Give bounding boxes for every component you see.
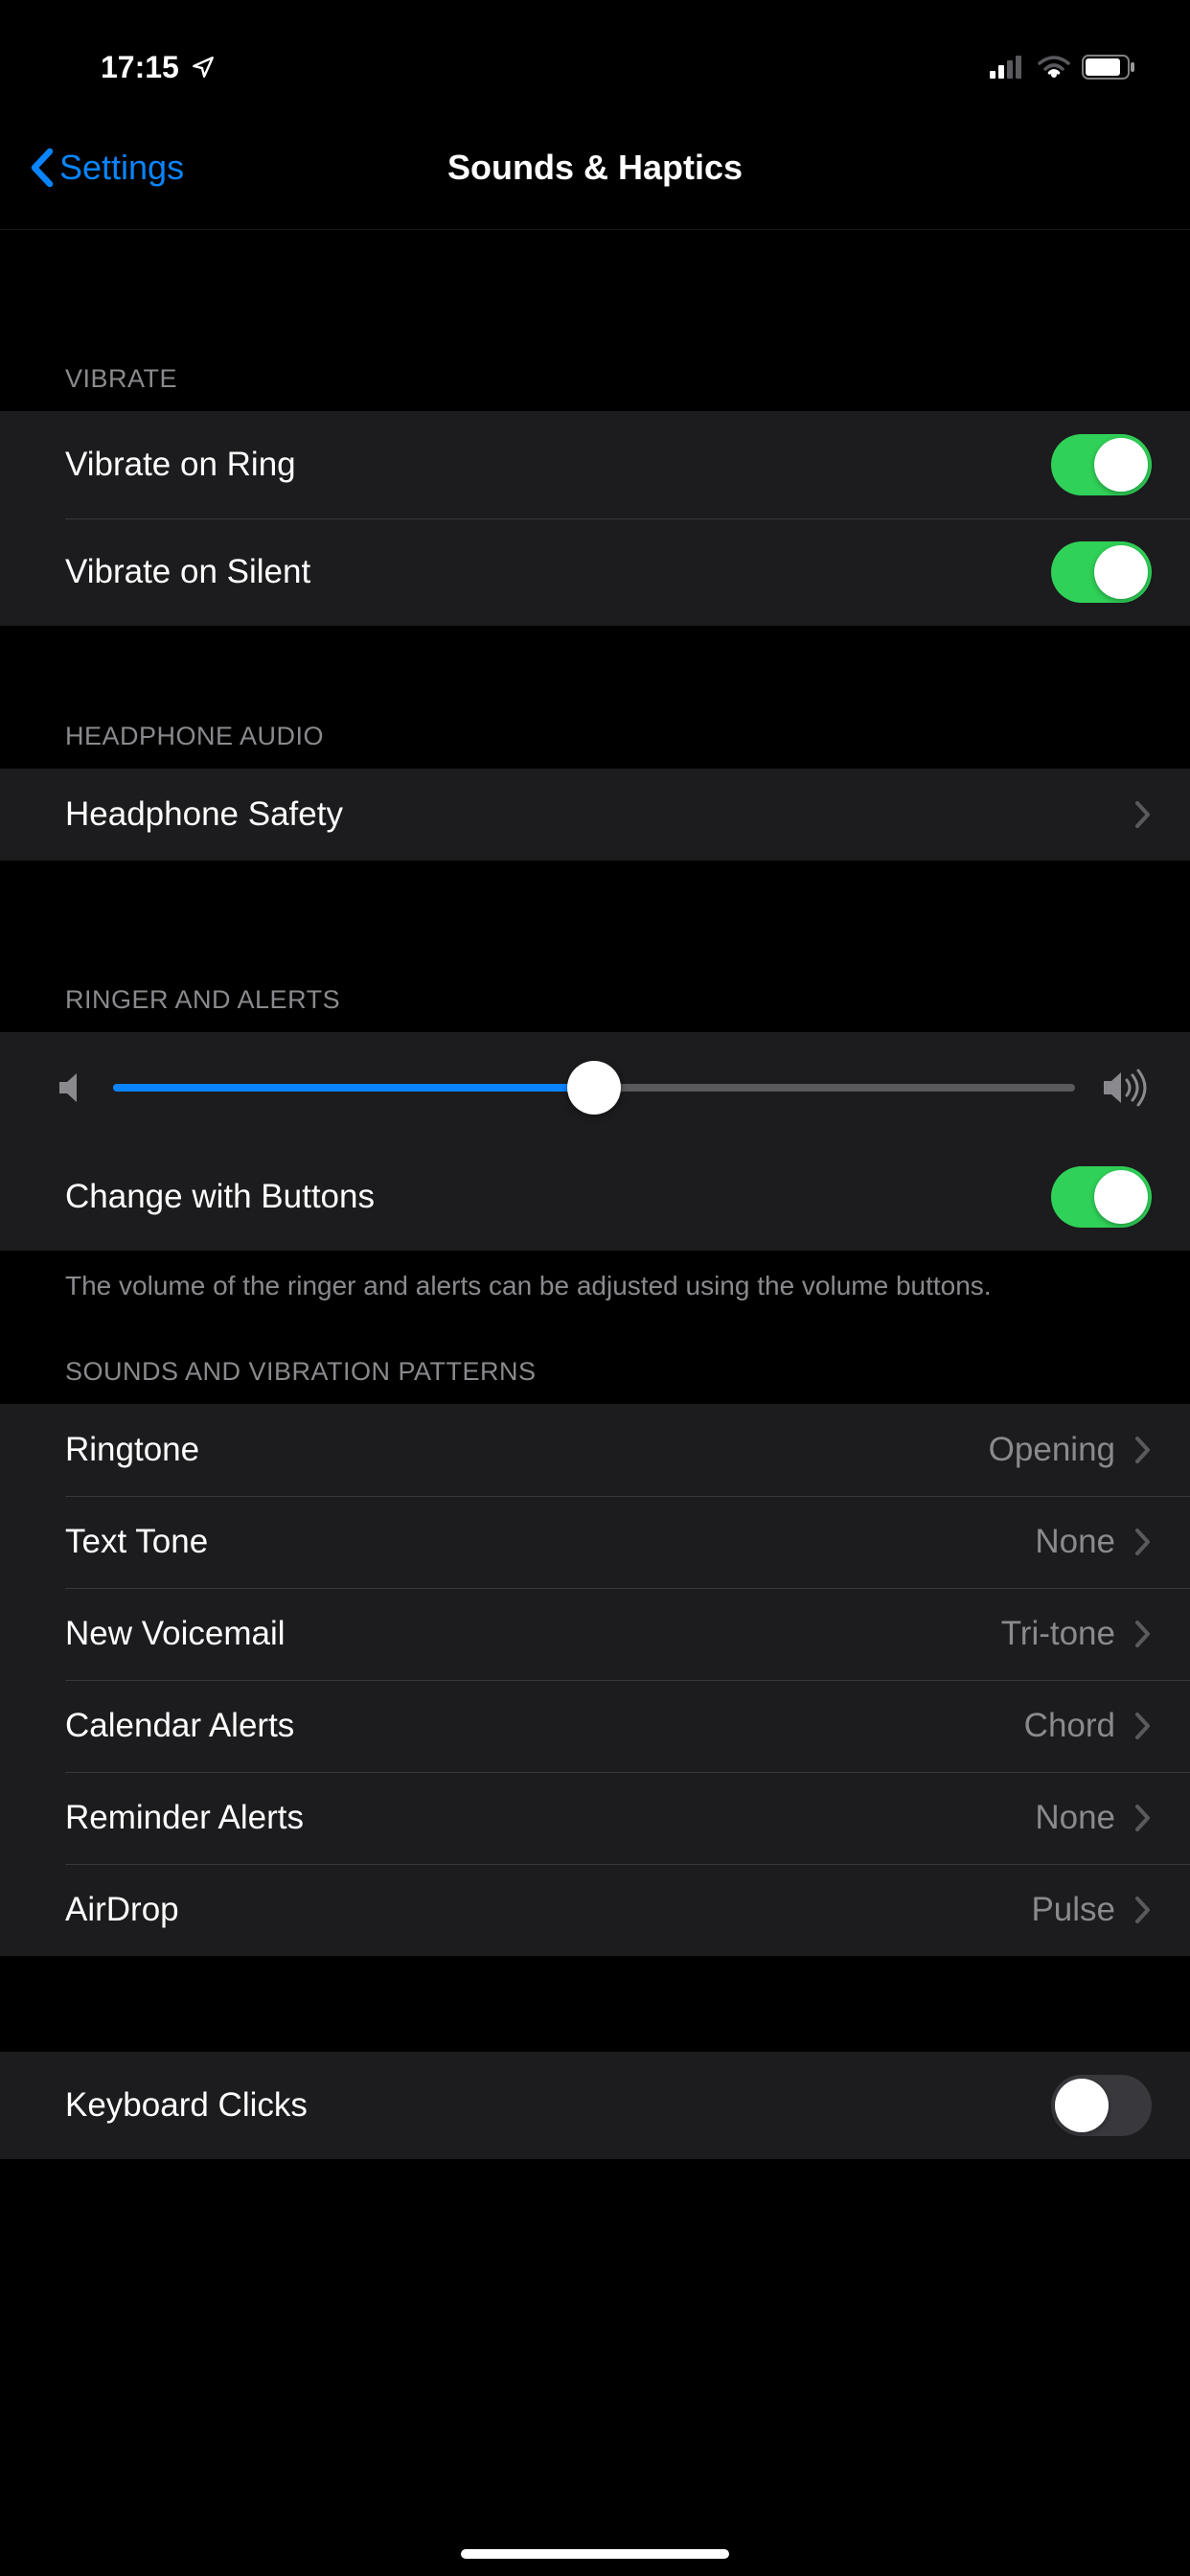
toggle-knob [1055, 2079, 1109, 2132]
row-headphone-safety[interactable]: Headphone Safety [0, 769, 1190, 861]
slider-thumb[interactable] [567, 1061, 621, 1115]
row-value: Chord [1024, 1707, 1115, 1745]
row-label: Vibrate on Ring [65, 446, 1051, 484]
row-label: Keyboard Clicks [65, 2086, 1051, 2125]
status-left: 17:15 [101, 50, 216, 85]
row-reminder-alerts[interactable]: Reminder Alerts None [0, 1772, 1190, 1864]
toggle-vibrate-on-silent[interactable] [1051, 541, 1152, 603]
toggle-knob [1094, 438, 1148, 492]
status-time: 17:15 [101, 50, 179, 85]
cellular-icon [990, 56, 1026, 79]
group-ringer-alerts: Change with Buttons [0, 1032, 1190, 1251]
row-label: Ringtone [65, 1431, 989, 1469]
toggle-knob [1094, 1170, 1148, 1224]
toggle-change-with-buttons[interactable] [1051, 1166, 1152, 1228]
chevron-right-icon [1134, 1436, 1152, 1464]
section-footer-ringer-alerts: The volume of the ringer and alerts can … [0, 1251, 1190, 1314]
section-header-vibrate: VIBRATE [0, 307, 1190, 411]
wifi-icon [1038, 56, 1070, 79]
chevron-right-icon [1134, 800, 1152, 829]
toggle-keyboard-clicks[interactable] [1051, 2075, 1152, 2136]
chevron-right-icon [1134, 1528, 1152, 1556]
section-header-ringer-alerts: RINGER AND ALERTS [0, 861, 1190, 1032]
row-value: Tri-tone [1001, 1615, 1115, 1653]
status-bar: 17:15 [0, 0, 1190, 105]
toggle-knob [1094, 545, 1148, 599]
battery-icon [1082, 55, 1137, 80]
row-vibrate-on-ring[interactable]: Vibrate on Ring [0, 411, 1190, 518]
chevron-right-icon [1134, 1804, 1152, 1832]
speaker-high-icon [1102, 1069, 1148, 1107]
row-text-tone[interactable]: Text Tone None [0, 1496, 1190, 1588]
row-label: AirDrop [65, 1891, 1031, 1929]
row-value: Pulse [1031, 1891, 1115, 1929]
group-sounds-patterns: Ringtone Opening Text Tone None New Voic… [0, 1404, 1190, 1956]
row-calendar-alerts[interactable]: Calendar Alerts Chord [0, 1680, 1190, 1772]
row-value: None [1035, 1523, 1115, 1561]
chevron-left-icon [29, 148, 54, 188]
row-label: Reminder Alerts [65, 1799, 1035, 1837]
home-indicator[interactable] [461, 2549, 729, 2559]
group-vibrate: Vibrate on Ring Vibrate on Silent [0, 411, 1190, 626]
row-volume-slider [0, 1032, 1190, 1143]
row-label: Calendar Alerts [65, 1707, 1024, 1745]
section-header-headphone-audio: HEADPHONE AUDIO [0, 626, 1190, 769]
row-label: New Voicemail [65, 1615, 1001, 1653]
row-vibrate-on-silent[interactable]: Vibrate on Silent [0, 518, 1190, 626]
chevron-right-icon [1134, 1712, 1152, 1740]
speaker-low-icon [57, 1070, 86, 1105]
back-label: Settings [59, 148, 184, 188]
row-label: Vibrate on Silent [65, 553, 1051, 591]
row-value: None [1035, 1799, 1115, 1837]
row-label: Text Tone [65, 1523, 1035, 1561]
row-keyboard-clicks[interactable]: Keyboard Clicks [0, 2052, 1190, 2159]
row-change-with-buttons[interactable]: Change with Buttons [0, 1143, 1190, 1251]
row-new-voicemail[interactable]: New Voicemail Tri-tone [0, 1588, 1190, 1680]
status-right [990, 55, 1137, 80]
row-value: Opening [989, 1431, 1115, 1469]
row-ringtone[interactable]: Ringtone Opening [0, 1404, 1190, 1496]
group-keyboard: Keyboard Clicks [0, 2052, 1190, 2159]
navigation-bar: Settings Sounds & Haptics [0, 105, 1190, 230]
chevron-right-icon [1134, 1620, 1152, 1648]
back-button[interactable]: Settings [29, 148, 184, 188]
row-airdrop[interactable]: AirDrop Pulse [0, 1864, 1190, 1956]
chevron-right-icon [1134, 1896, 1152, 1924]
section-header-sounds-patterns: SOUNDS AND VIBRATION PATTERNS [0, 1314, 1190, 1404]
toggle-vibrate-on-ring[interactable] [1051, 434, 1152, 495]
location-icon [191, 55, 216, 80]
page-title: Sounds & Haptics [447, 148, 743, 188]
volume-slider[interactable] [113, 1067, 1075, 1109]
row-label: Headphone Safety [65, 795, 1134, 834]
group-headphone-audio: Headphone Safety [0, 769, 1190, 861]
row-label: Change with Buttons [65, 1178, 1051, 1216]
